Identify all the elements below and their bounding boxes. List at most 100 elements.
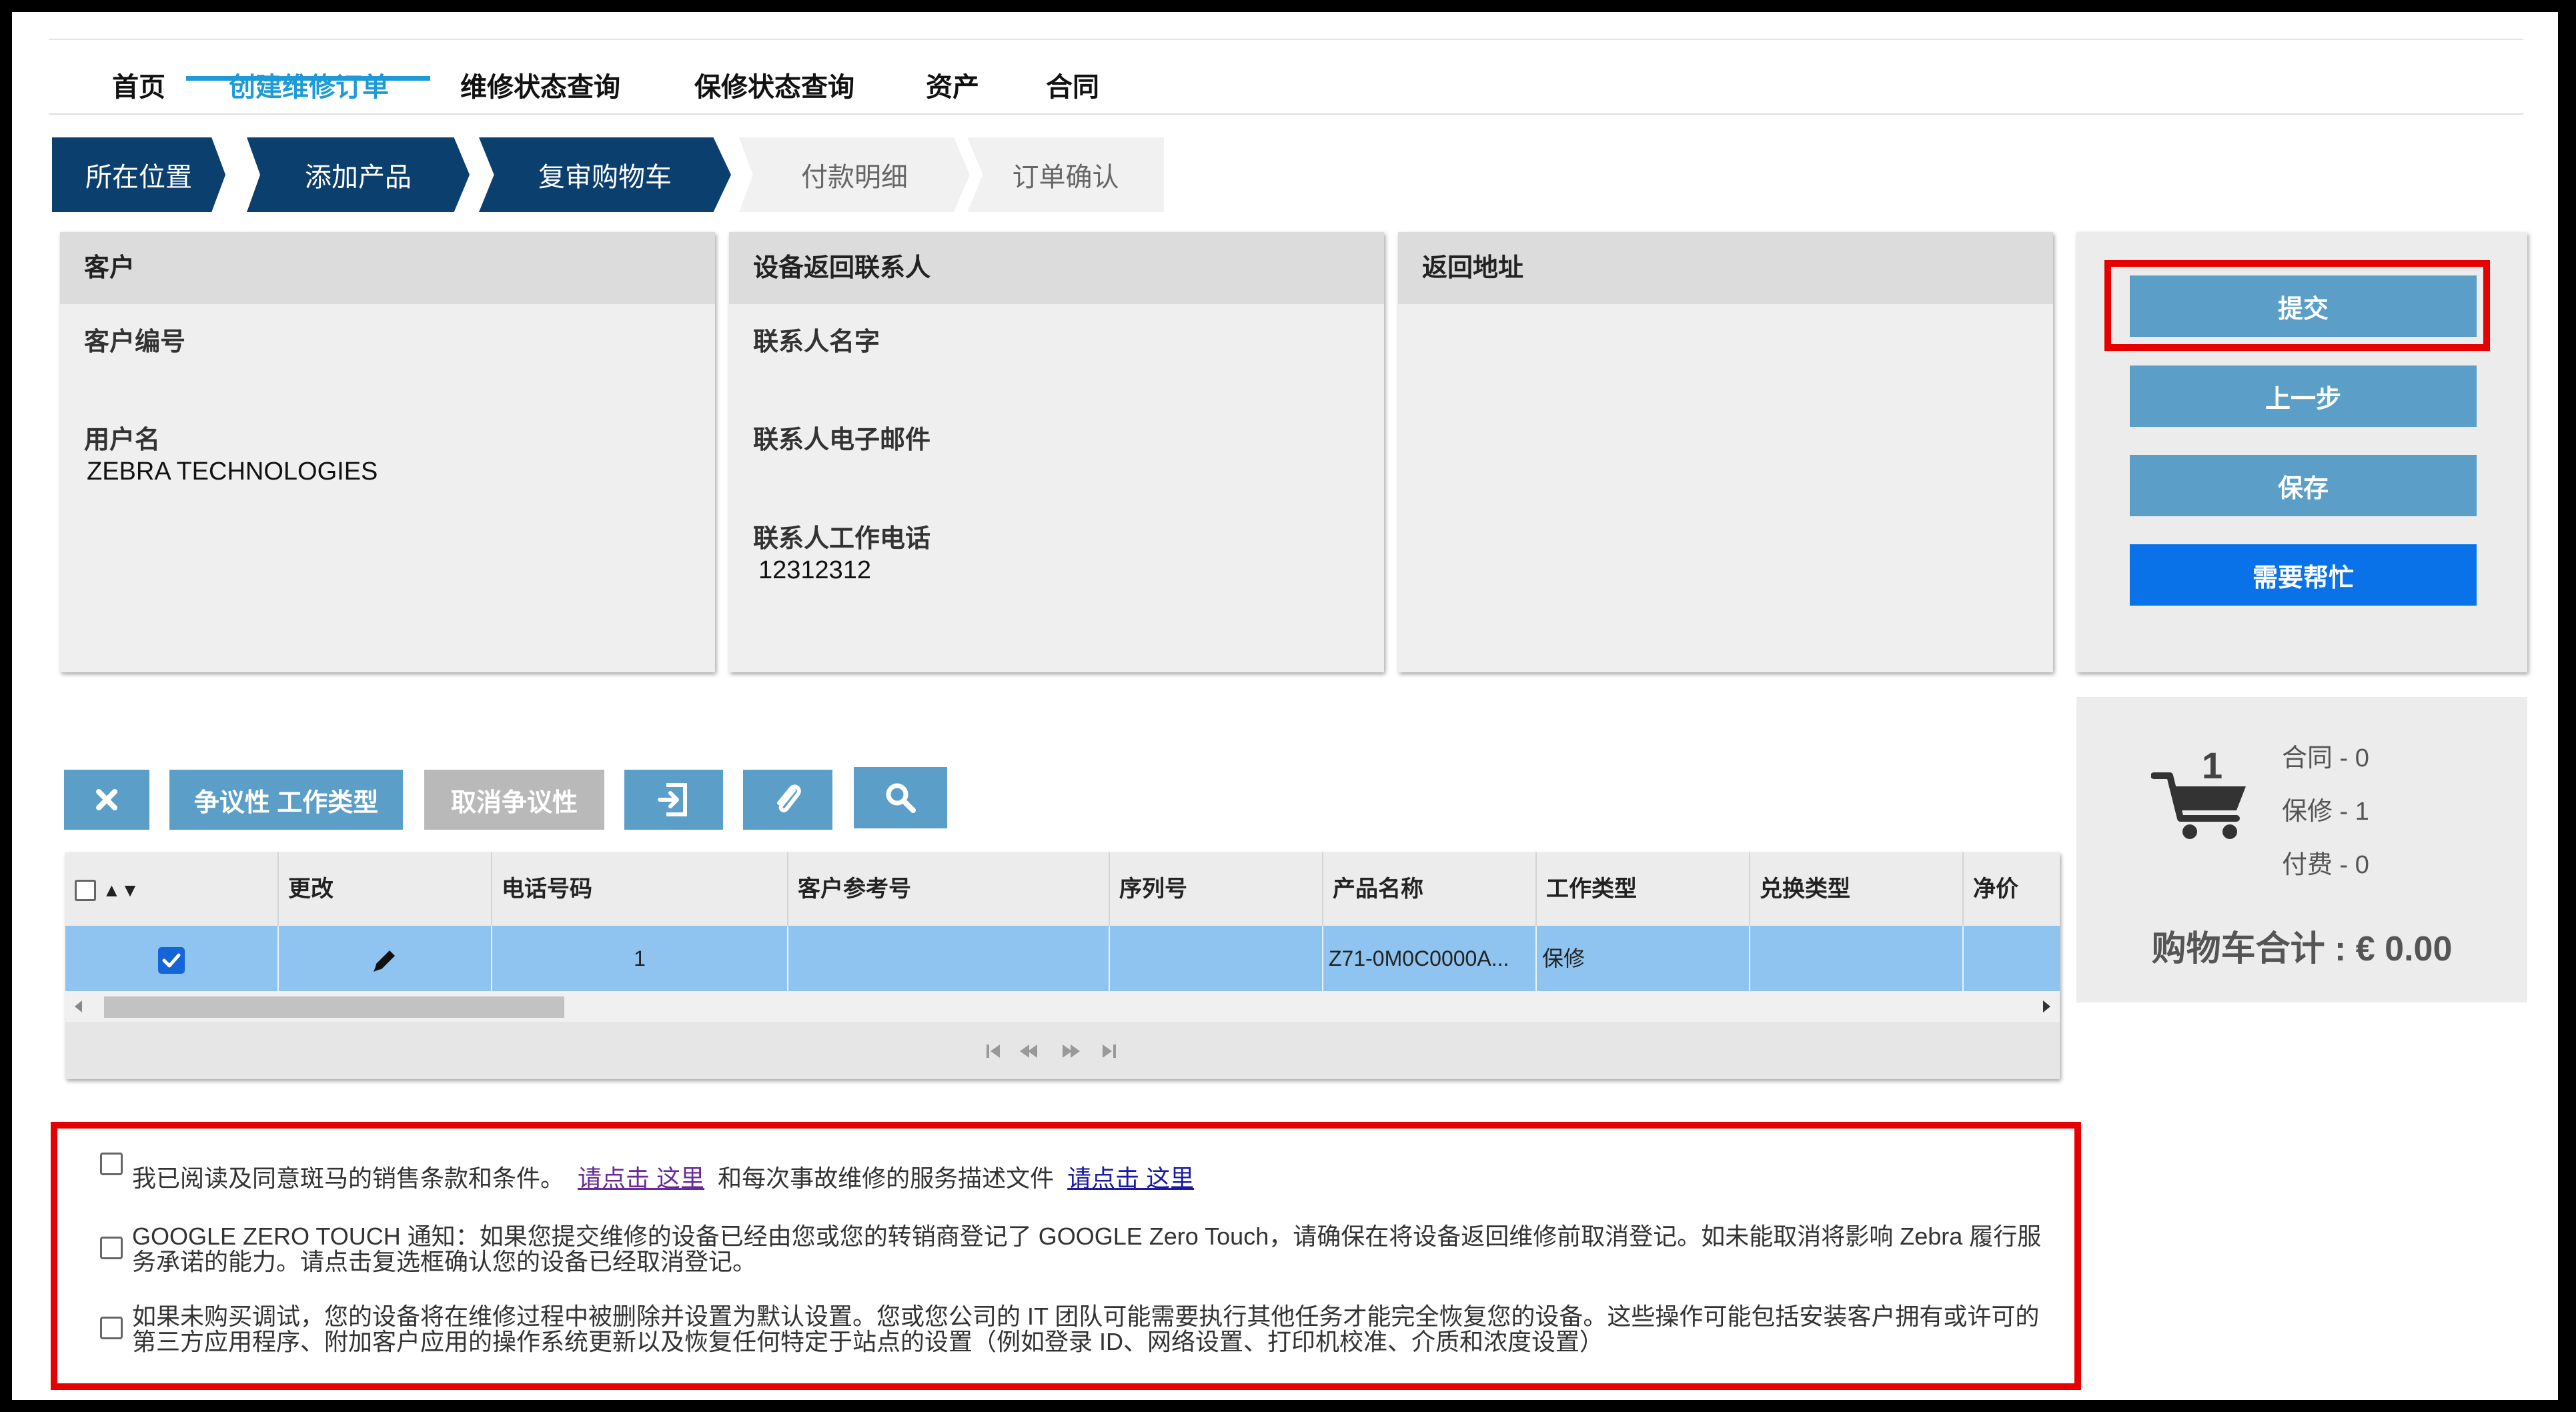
contact-name-label: 联系人名字 <box>753 328 880 356</box>
cart-warranty-count: 保修 - 1 <box>2282 798 2369 826</box>
return-contact-panel: 设备返回联系人 联系人名字 联系人电子邮件 联系人工作电话 12312312 <box>729 232 1384 672</box>
search-icon <box>886 783 916 813</box>
cancel-dispute-button[interactable]: 取消争议性 <box>424 770 604 830</box>
col-header-net-price[interactable]: 净价 <box>1964 852 2060 926</box>
grid-header: ▲▼ 更改 电话号码 客户参考号 序列号 产品名称 工作类型 兑换类型 净价 <box>65 852 2060 926</box>
step-add-product: 添加产品 <box>247 137 470 212</box>
col-header-change[interactable]: 更改 <box>279 852 492 926</box>
step-location: 所在位置 <box>52 137 225 212</box>
sort-icon[interactable]: ▲▼ <box>102 880 139 900</box>
customer-number-label: 客户编号 <box>84 328 186 356</box>
step-label: 复审购物车 <box>538 163 672 192</box>
step-order-confirm: 订单确认 <box>967 137 1164 212</box>
customer-panel: 客户 客户编号 用户名 ZEBRA TECHNOLOGIES <box>60 232 715 672</box>
pager-controls <box>987 1044 1116 1058</box>
nav-item-home[interactable]: 首页 <box>112 65 165 104</box>
row-checkbox[interactable] <box>158 946 185 974</box>
row-net-price <box>1964 926 2060 991</box>
contact-email-label: 联系人电子邮件 <box>753 426 931 454</box>
first-page-icon[interactable] <box>987 1044 1000 1058</box>
step-label: 所在位置 <box>85 163 192 192</box>
nav-item-repair-status[interactable]: 维修状态查询 <box>460 65 620 104</box>
col-header-phone[interactable]: 电话号码 <box>492 852 788 926</box>
prev-page-icon[interactable] <box>1020 1044 1037 1058</box>
cart-contract-count: 合同 - 0 <box>2282 744 2369 772</box>
terms-agreement-box: 我已阅读及同意斑马的销售条款和条件。 请点击 这里 和每次事故维修的服务描述文件… <box>51 1122 2081 1390</box>
cart-paid-count: 付费 - 0 <box>2282 851 2369 879</box>
terms-text: 我已阅读及同意斑马的销售条款和条件。 请点击 这里 和每次事故维修的服务描述文件… <box>132 1166 2046 1191</box>
row-edit-cell <box>279 926 492 991</box>
step-label: 付款明细 <box>801 163 908 192</box>
row-phone: 1 <box>492 926 788 991</box>
zero-touch-checkbox[interactable] <box>100 1237 123 1259</box>
nav-item-contracts[interactable]: 合同 <box>1046 65 1099 104</box>
scroll-left-icon[interactable] <box>75 1000 82 1012</box>
cart-count-badge: 1 <box>2202 744 2223 786</box>
select-all-checkbox[interactable] <box>75 880 96 902</box>
check-icon <box>162 953 181 968</box>
nav-item-create-repair-order[interactable]: 创建维修订单 <box>229 65 389 104</box>
col-header-serial[interactable]: 序列号 <box>1110 852 1323 926</box>
export-icon <box>658 783 687 816</box>
close-icon <box>96 789 117 810</box>
scroll-right-icon[interactable] <box>2043 1000 2050 1012</box>
return-address-panel-title: 返回地址 <box>1398 232 2053 304</box>
sales-terms-link[interactable]: 请点击 这里 <box>578 1165 704 1192</box>
active-tab-indicator <box>186 76 430 81</box>
top-divider <box>49 39 2523 40</box>
dispute-work-type-button[interactable]: 争议性 工作类型 <box>169 770 403 830</box>
paperclip-icon <box>777 784 801 812</box>
app-window: 首页 创建维修订单 维修状态查询 保修状态查询 资产 合同 所在位置 添加产品 … <box>12 12 2558 1400</box>
return-address-panel: 返回地址 <box>1398 232 2053 672</box>
step-label: 订单确认 <box>1012 163 1119 192</box>
submit-button[interactable]: 提交 <box>2130 275 2477 337</box>
username-value: ZEBRA TECHNOLOGIES <box>87 458 378 486</box>
service-description-link[interactable]: 请点击 这里 <box>1067 1165 1194 1192</box>
cart-total: 购物车合计 : € 0.00 <box>2151 930 2453 968</box>
zero-touch-notice: GOOGLE ZERO TOUCH 通知：如果您提交维修的设备已经由您或您的转销… <box>132 1223 2042 1275</box>
table-row[interactable]: 1 Z71-0M0C0000A... 保修 <box>65 926 2060 991</box>
pencil-icon[interactable] <box>370 945 400 976</box>
username-label: 用户名 <box>84 426 161 454</box>
reset-notice: 如果未购买调试，您的设备将在维修过程中被删除并设置为默认设置。您或您公司的 IT… <box>132 1303 2040 1355</box>
row-exchange-type <box>1750 926 1964 991</box>
reset-acknowledge-checkbox[interactable] <box>100 1317 123 1339</box>
attach-button[interactable] <box>743 770 832 830</box>
delete-button[interactable] <box>64 770 149 830</box>
cart-icon <box>2150 757 2251 844</box>
next-page-icon[interactable] <box>1063 1044 1080 1058</box>
row-customer-ref <box>788 926 1110 991</box>
horizontal-scrollbar[interactable] <box>65 991 2060 1022</box>
terms-mid-text: 和每次事故维修的服务描述文件 <box>718 1165 1055 1192</box>
terms-statement: 我已阅读及同意斑马的销售条款和条件。 <box>132 1165 565 1192</box>
help-button[interactable]: 需要帮忙 <box>2130 544 2477 606</box>
actions-panel: 提交 上一步 保存 需要帮忙 <box>2076 232 2527 672</box>
row-work-type: 保修 <box>1537 926 1750 991</box>
col-header-product[interactable]: 产品名称 <box>1323 852 1537 926</box>
nav-item-warranty-status[interactable]: 保修状态查询 <box>694 65 854 104</box>
row-serial <box>1110 926 1323 991</box>
contact-phone-value: 12312312 <box>758 556 872 584</box>
scrollbar-thumb[interactable] <box>104 996 564 1018</box>
terms-checkbox[interactable] <box>100 1153 123 1175</box>
customer-panel-title: 客户 <box>60 232 715 304</box>
step-payment-details: 付款明细 <box>739 137 970 212</box>
select-all-header: ▲▼ <box>65 852 279 926</box>
last-page-icon[interactable] <box>1103 1044 1116 1058</box>
nav-item-assets[interactable]: 资产 <box>926 65 979 104</box>
previous-button[interactable]: 上一步 <box>2130 366 2477 427</box>
return-contact-panel-title: 设备返回联系人 <box>729 232 1384 304</box>
col-header-customer-ref[interactable]: 客户参考号 <box>788 852 1110 926</box>
export-button[interactable] <box>624 770 723 830</box>
contact-phone-label: 联系人工作电话 <box>753 525 931 553</box>
cart-summary-panel: 1 合同 - 0 保修 - 1 付费 - 0 购物车合计 : € 0.00 <box>2076 697 2527 1002</box>
cart-items-grid: ▲▼ 更改 电话号码 客户参考号 序列号 产品名称 工作类型 兑换类型 净价 1… <box>65 852 2060 1079</box>
search-button[interactable] <box>854 767 947 828</box>
row-select-cell <box>65 926 279 991</box>
row-product: Z71-0M0C0000A... <box>1323 926 1537 991</box>
step-review-cart: 复审购物车 <box>479 137 731 212</box>
col-header-work-type[interactable]: 工作类型 <box>1537 852 1750 926</box>
save-button[interactable]: 保存 <box>2130 455 2477 516</box>
step-label: 添加产品 <box>305 163 412 192</box>
col-header-exchange-type[interactable]: 兑换类型 <box>1750 852 1964 926</box>
